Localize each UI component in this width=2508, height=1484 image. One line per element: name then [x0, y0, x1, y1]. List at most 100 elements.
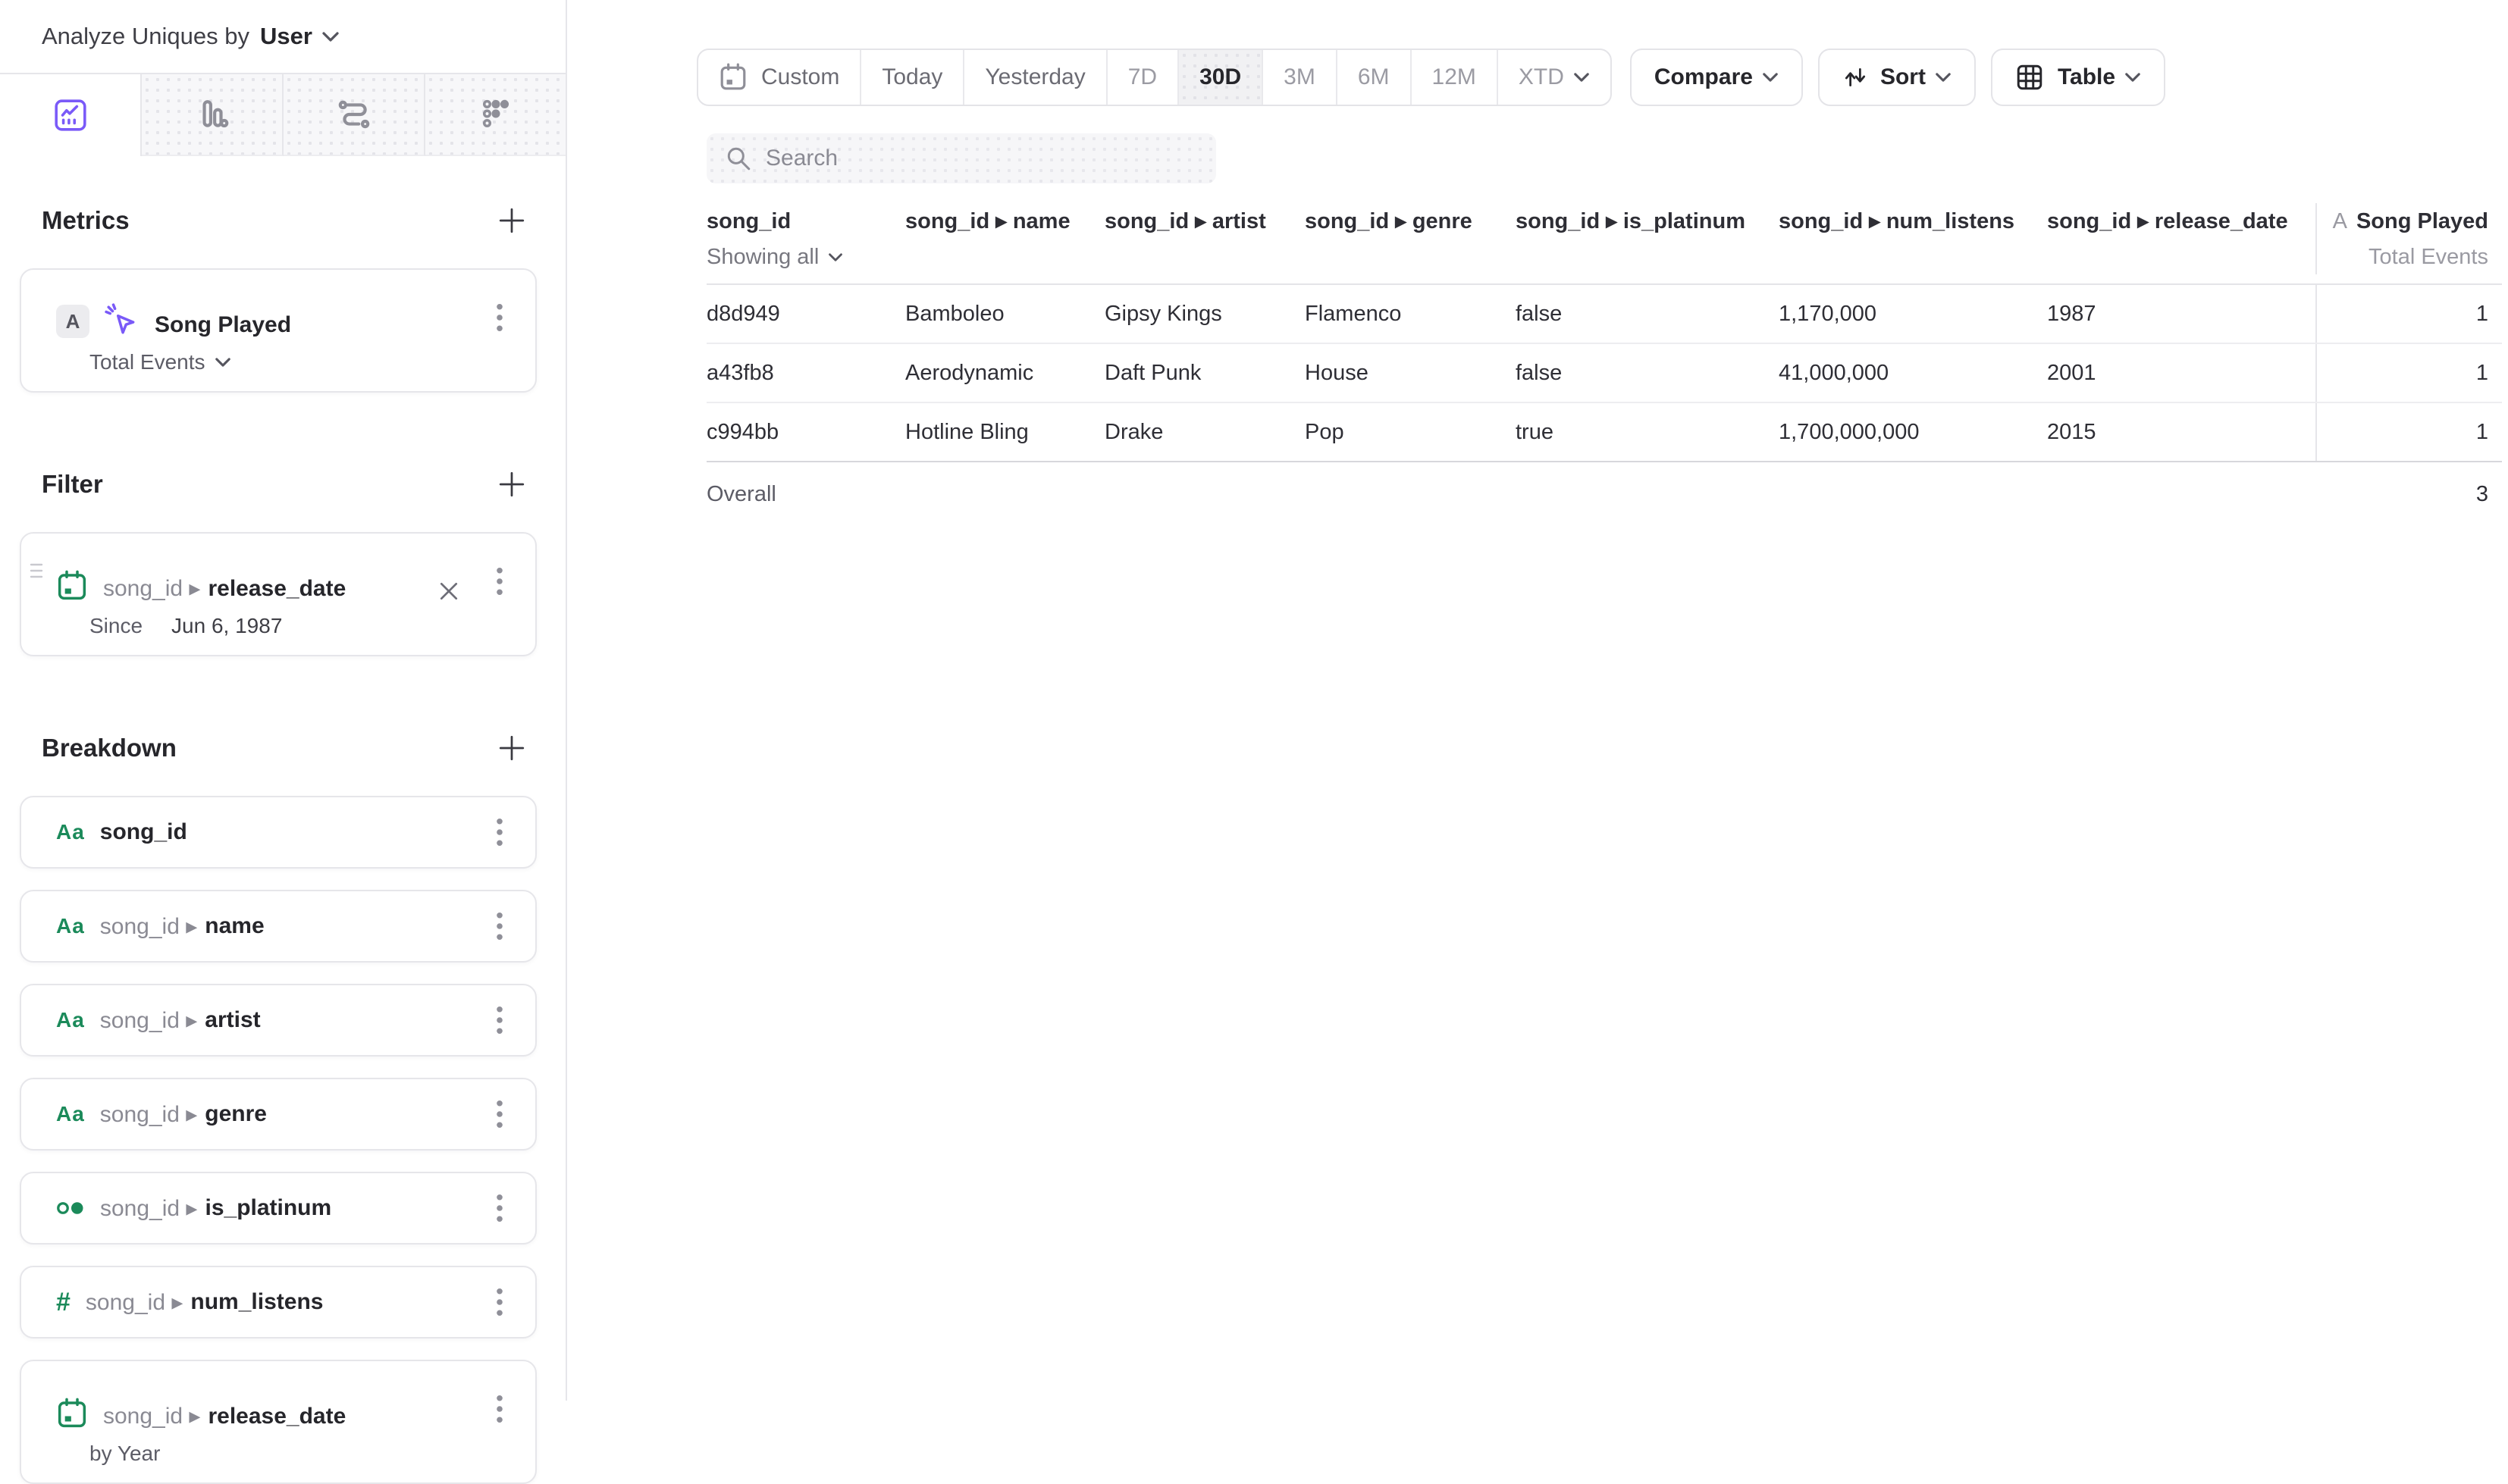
metric-aggregation-dropdown[interactable]: Total Events: [89, 341, 506, 384]
breakdown-card[interactable]: song_id ▸ is_platinum: [20, 1172, 537, 1244]
cell-num-listens: 41,000,000: [1779, 344, 2047, 402]
cell-artist: Daft Punk: [1105, 344, 1305, 402]
breakdown-options-kebab-icon[interactable]: [493, 1000, 506, 1041]
remove-filter-icon[interactable]: [438, 581, 459, 602]
cell-is-platinum: false: [1516, 285, 1779, 343]
column-header[interactable]: song_id ▸ artist: [1105, 203, 1305, 274]
chevron-down-icon: [215, 357, 231, 368]
date-range-12m[interactable]: 12M: [1412, 50, 1498, 105]
breakdown-options-kebab-icon[interactable]: [493, 1282, 506, 1323]
insights-chart-icon: [53, 98, 88, 133]
cell-genre: House: [1305, 344, 1516, 402]
filter-card[interactable]: song_id ▸ release_date Since Jun 6, 1987: [20, 532, 537, 656]
metric-series-badge: A: [2333, 209, 2347, 233]
table-search[interactable]: [707, 133, 1216, 183]
search-input[interactable]: [766, 146, 1198, 171]
breakdown-property-prefix: song_id ▸: [100, 913, 197, 940]
results-panel: Custom Today Yesterday 7D 30D 3M 6M 12M …: [569, 0, 2508, 1401]
filter-value[interactable]: Jun 6, 1987: [171, 614, 282, 638]
add-breakdown-button[interactable]: [497, 734, 526, 762]
cell-artist: Gipsy Kings: [1105, 285, 1305, 343]
cell-is-platinum: true: [1516, 403, 1779, 461]
breakdown-card[interactable]: Aa song_id: [20, 796, 537, 869]
column-header[interactable]: song_id ▸ release_date: [2047, 203, 2315, 274]
breakdown-card[interactable]: # song_id ▸ num_listens: [20, 1266, 537, 1338]
filter-property-name: release_date: [208, 576, 346, 602]
date-range-7d[interactable]: 7D: [1108, 50, 1179, 105]
date-range-6m[interactable]: 6M: [1337, 50, 1412, 105]
column-header[interactable]: song_id: [707, 203, 905, 240]
view-type-label: Table: [2058, 64, 2115, 90]
table-row: a43fb8 Aerodynamic Daft Punk House false…: [707, 344, 2502, 403]
filter-options-kebab-icon[interactable]: [493, 561, 506, 602]
breakdown-card[interactable]: Aa song_id ▸ name: [20, 890, 537, 963]
date-range-label: XTD: [1519, 64, 1564, 90]
cell-genre: Flamenco: [1305, 285, 1516, 343]
breakdown-property-prefix: song_id ▸: [100, 1101, 197, 1128]
date-range-label: 30D: [1199, 64, 1241, 90]
event-click-icon: [105, 303, 140, 338]
funnels-bars-icon: [195, 97, 230, 132]
cell-genre: Pop: [1305, 403, 1516, 461]
date-range-today[interactable]: Today: [861, 50, 964, 105]
breakdown-options-kebab-icon[interactable]: [493, 1188, 506, 1229]
column-header[interactable]: song_id ▸ genre: [1305, 203, 1516, 274]
breakdown-section-title: Breakdown: [42, 734, 177, 762]
date-range-label: Yesterday: [985, 64, 1085, 90]
breakdown-options-kebab-icon[interactable]: [493, 812, 506, 853]
breakdown-card[interactable]: song_id ▸ release_date by Year: [20, 1360, 537, 1484]
query-builder-sidebar: Analyze Uniques by User: [0, 0, 567, 1401]
date-range-label: Custom: [761, 64, 839, 90]
date-range-30d[interactable]: 30D: [1179, 50, 1263, 105]
breakdown-card[interactable]: Aa song_id ▸ artist: [20, 984, 537, 1057]
breakdown-card[interactable]: Aa song_id ▸ genre: [20, 1078, 537, 1151]
cell-song-id: c994bb: [707, 403, 905, 461]
date-range-yesterday[interactable]: Yesterday: [964, 50, 1107, 105]
date-range-xtd[interactable]: XTD: [1498, 50, 1610, 105]
tab-funnels[interactable]: [142, 74, 284, 156]
metric-card[interactable]: A Song Played Total Events: [20, 268, 537, 393]
column-header[interactable]: song_id ▸ is_platinum: [1516, 203, 1779, 274]
breakdown-property-name: genre: [205, 1101, 267, 1127]
breakdown-date-granularity[interactable]: by Year: [89, 1442, 160, 1466]
boolean-type-icon: [56, 1201, 85, 1216]
showing-all-dropdown[interactable]: Showing all: [707, 240, 905, 274]
breakdown-options-kebab-icon[interactable]: [493, 1094, 506, 1135]
metric-options-kebab-icon[interactable]: [493, 297, 506, 338]
overall-metric-value: 3: [2315, 462, 2502, 526]
view-type-button[interactable]: Table: [1991, 49, 2165, 106]
chevron-down-icon: [321, 31, 340, 42]
filter-operator[interactable]: Since: [89, 614, 143, 638]
column-header[interactable]: song_id ▸ name: [905, 203, 1105, 274]
sort-button[interactable]: Sort: [1818, 49, 1976, 106]
breakdown-options-kebab-icon[interactable]: [493, 1389, 506, 1429]
metric-column-header[interactable]: ASong Played Total Events: [2315, 203, 2502, 274]
metric-series-badge: A: [56, 305, 89, 338]
date-range-3m[interactable]: 3M: [1263, 50, 1337, 105]
date-range-label: Today: [882, 64, 942, 90]
compare-button[interactable]: Compare: [1630, 49, 1803, 106]
chevron-down-icon: [2124, 72, 2141, 83]
breakdown-property-prefix: song_id ▸: [103, 1403, 200, 1429]
add-filter-button[interactable]: [497, 470, 526, 499]
sort-label: Sort: [1880, 64, 1926, 90]
tab-retention[interactable]: [425, 74, 566, 156]
metrics-section-title: Metrics: [42, 206, 130, 235]
column-header[interactable]: song_id ▸ num_listens: [1779, 203, 2047, 274]
breakdown-options-kebab-icon[interactable]: [493, 906, 506, 947]
chevron-down-icon: [1573, 72, 1590, 83]
entity-selector[interactable]: User: [260, 23, 312, 50]
date-range-segmented-control: Custom Today Yesterday 7D 30D 3M 6M 12M …: [697, 49, 1612, 106]
drag-handle-icon[interactable]: [29, 561, 44, 581]
tab-insights[interactable]: [0, 74, 142, 156]
search-icon: [725, 145, 752, 172]
date-range-custom[interactable]: Custom: [698, 50, 861, 105]
tab-flows[interactable]: [284, 74, 425, 156]
table-grid-icon: [2015, 63, 2044, 92]
calendar-icon: [56, 1398, 88, 1429]
cell-metric-value: 1: [2315, 344, 2502, 402]
cell-num-listens: 1,700,000,000: [1779, 403, 2047, 461]
compare-label: Compare: [1654, 64, 1753, 90]
flows-icon: [337, 97, 371, 132]
add-metric-button[interactable]: [497, 206, 526, 235]
